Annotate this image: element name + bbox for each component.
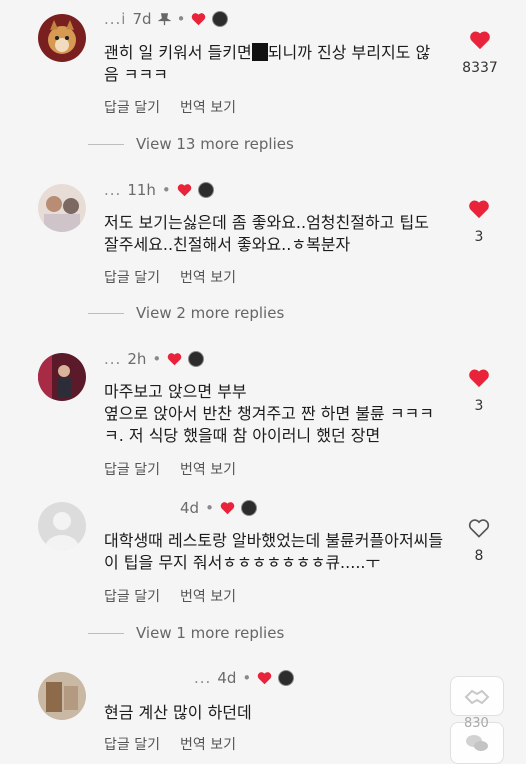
translate-button[interactable]: 번역 보기 — [180, 97, 236, 117]
heart-icon — [469, 200, 489, 219]
translate-button[interactable]: 번역 보기 — [180, 459, 236, 479]
reply-button[interactable]: 답글 달기 — [104, 267, 160, 287]
creator-avatar — [278, 670, 295, 686]
comment-text: 마주보고 앉으면 부부 옆으로 앉아서 반찬 챙겨주고 짠 하면 불륜 ㅋㅋㅋㅋ… — [104, 382, 435, 445]
view-replies-button[interactable]: View 2 more replies — [88, 304, 284, 322]
timestamp: 4d — [217, 669, 237, 687]
comment-meta: 4d • — [104, 499, 257, 517]
timestamp: 4d — [180, 499, 200, 517]
timestamp: 7d — [132, 10, 152, 28]
avatar-photo-icon — [38, 184, 86, 232]
reply-button[interactable]: 답글 달기 — [104, 734, 160, 754]
comment-meta: ... 2h • — [104, 350, 205, 368]
translate-button[interactable]: 번역 보기 — [180, 267, 236, 287]
username[interactable]: ... — [194, 669, 211, 687]
comment-text: 현금 계산 많이 하던데 — [104, 703, 252, 722]
timestamp: 11h — [127, 181, 156, 199]
comment-actions: 답글 달기 번역 보기 — [104, 459, 236, 479]
view-replies-label: View 1 more replies — [136, 624, 285, 642]
heart-icon — [470, 31, 490, 50]
view-replies-label: View 2 more replies — [136, 304, 285, 322]
like-count: 3 — [474, 229, 484, 245]
handshake-icon — [464, 689, 490, 705]
avatar-photo-icon — [38, 672, 86, 720]
translate-button[interactable]: 번역 보기 — [180, 734, 236, 754]
comment-actions: 답글 달기 번역 보기 — [104, 97, 236, 117]
username[interactable]: ... — [104, 181, 121, 199]
comment-text: 저도 보기는싫은데 좀 좋와요..엄청친절하고 팁도 잘주세요..친절해서 좋와… — [104, 213, 429, 254]
avatar[interactable] — [38, 672, 86, 720]
comment-meta: ... 11h • — [104, 181, 214, 199]
creator-liked-heart-icon — [192, 13, 206, 26]
reply-button[interactable]: 답글 달기 — [104, 97, 160, 117]
avatar-dog-icon — [38, 14, 86, 62]
like-count: 3 — [474, 398, 484, 414]
avatar[interactable] — [38, 14, 86, 62]
creator-avatar — [197, 182, 214, 198]
floating-count: 830 — [464, 716, 489, 731]
creator-liked-heart-icon — [257, 672, 272, 685]
creator-avatar — [240, 500, 257, 516]
like-button[interactable]: 8 — [466, 518, 492, 564]
comment-text: 괜히 일 키워서 들키면 되니까 진상 부리지도 않음 ㅋㅋㅋ — [104, 43, 431, 84]
share-button[interactable] — [450, 676, 504, 716]
comment-text: 대학생때 레스토랑 알바했었는데 불륜커플아저씨들이 팁을 무지 줘서ㅎㅎㅎㅎㅎ… — [104, 531, 444, 572]
creator-liked-heart-icon — [177, 184, 192, 197]
avatar[interactable] — [38, 353, 86, 401]
default-avatar-icon — [38, 502, 86, 550]
view-replies-button[interactable]: View 1 more replies — [88, 624, 284, 642]
heart-icon — [469, 369, 489, 388]
reply-button[interactable]: 답글 달기 — [104, 586, 160, 606]
creator-liked-heart-icon — [220, 502, 235, 515]
timestamp: 2h — [127, 350, 147, 368]
avatar[interactable] — [38, 184, 86, 232]
avatar[interactable] — [38, 502, 86, 550]
comment-actions: 답글 달기 번역 보기 — [104, 586, 236, 606]
censor-block — [251, 43, 268, 61]
pin-icon — [157, 12, 171, 25]
creator-liked-heart-icon — [167, 353, 182, 366]
view-replies-button[interactable]: View 13 more replies — [88, 135, 294, 153]
creator-avatar — [212, 11, 229, 27]
username[interactable]: ... — [104, 350, 121, 368]
comment-actions: 답글 달기 번역 보기 — [104, 734, 236, 754]
like-button[interactable]: 8337 — [458, 30, 502, 76]
translate-button[interactable]: 번역 보기 — [180, 586, 236, 606]
creator-avatar — [188, 351, 205, 367]
heart-outline-icon — [468, 519, 490, 538]
chat-bubbles-icon — [466, 735, 488, 751]
comment-actions: 답글 달기 번역 보기 — [104, 267, 236, 287]
username[interactable]: ...i — [104, 10, 126, 28]
comment-meta: ...i 7d • — [104, 10, 229, 28]
comment-meta: ... 4d • — [104, 669, 295, 687]
like-button[interactable]: 3 — [466, 368, 492, 414]
avatar-photo-icon — [38, 353, 86, 401]
like-count: 8337 — [462, 60, 498, 76]
reply-button[interactable]: 답글 달기 — [104, 459, 160, 479]
view-replies-label: View 13 more replies — [136, 135, 294, 153]
like-button[interactable]: 3 — [466, 199, 492, 245]
like-count: 8 — [474, 548, 484, 564]
